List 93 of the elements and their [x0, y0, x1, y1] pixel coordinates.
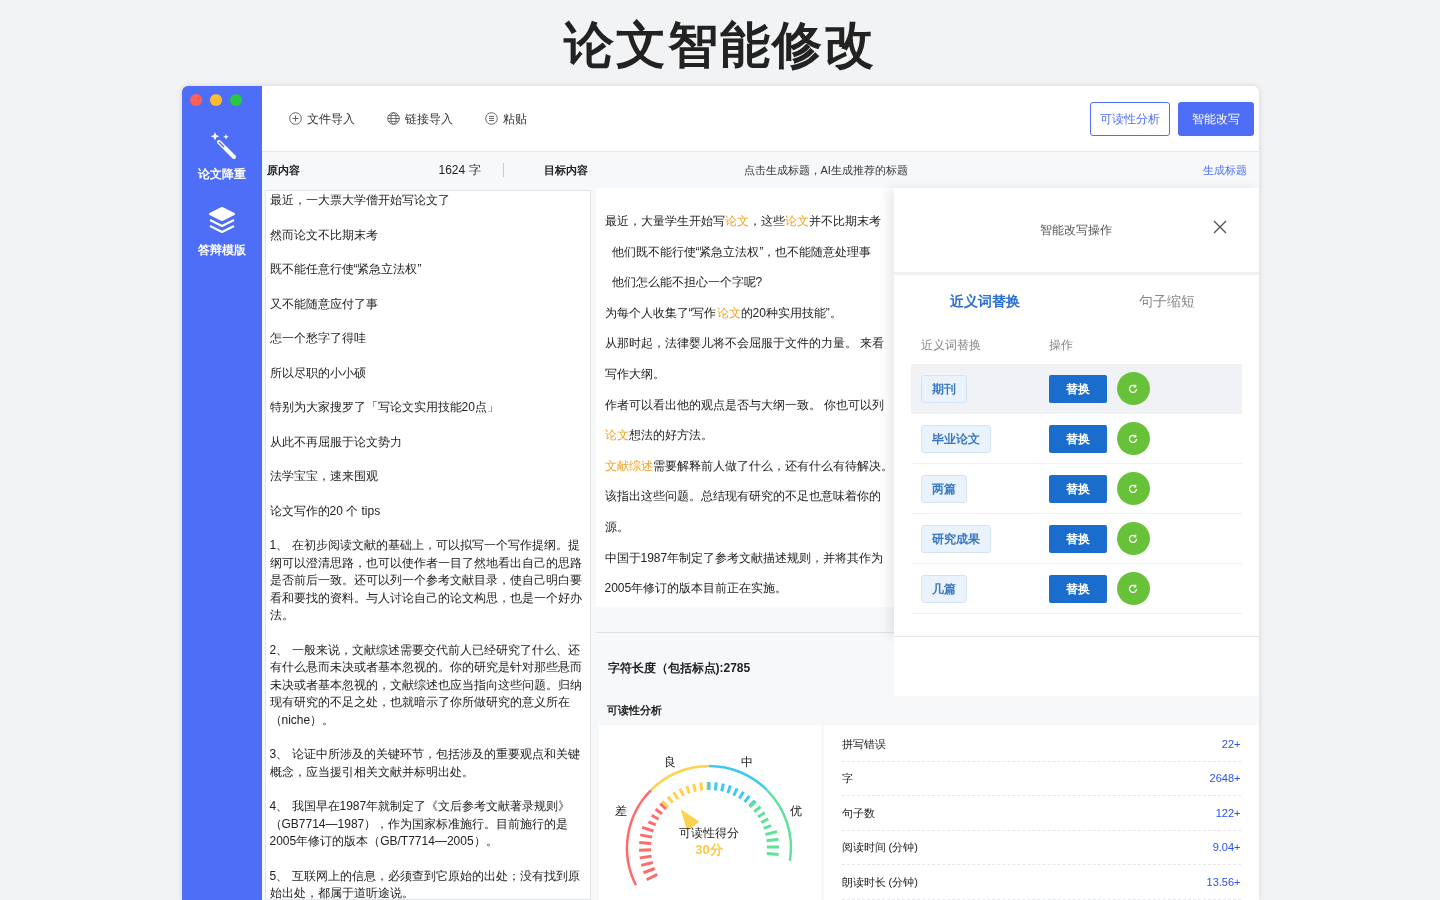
text-line: 文献综述需要解释前人做了什么，还有什么有待解决。 — [604, 457, 885, 475]
tab[interactable]: 句子缩短 — [1076, 279, 1259, 323]
refresh-icon — [1128, 533, 1138, 544]
paragraph: 最近，一大票大学僧开始写论文了 — [269, 192, 451, 209]
panel-title: 智能改写操作 — [1040, 222, 1112, 239]
paragraph: 4、 我国早在1987年就制定了《文后参考文献著录规则》（GB7714—1987），作为国家标准施行。目前施行的是2005年修订的版本（GB/T7714—2005）。 — [269, 798, 572, 850]
word-count: 1624 字 — [438, 162, 481, 179]
refresh-icon — [1128, 383, 1138, 394]
sidebar-item[interactable]: 论文降重 — [197, 130, 246, 180]
tab[interactable]: 近义词替换 — [893, 279, 1076, 323]
word-tag: 两篇 — [920, 474, 967, 503]
paragraph: 法学宝宝，速来围观 — [269, 468, 379, 485]
refresh-icon — [1128, 483, 1138, 494]
hint-text: 点击生成标题，AI生成推荐的标题 — [743, 162, 909, 178]
replace-button[interactable]: 替换 — [1048, 524, 1107, 553]
paragraph: 论文写作的20 个 tips — [269, 502, 382, 520]
toolbar-button[interactable]: 粘贴 — [484, 109, 527, 128]
stat-value: 122+ — [1215, 805, 1241, 821]
stat-value: 13.56+ — [1206, 874, 1241, 890]
score-value: 30分 — [694, 842, 723, 858]
refresh-icon — [1128, 583, 1138, 594]
refresh-button[interactable] — [1116, 472, 1150, 505]
word-tag: 期刊 — [920, 374, 967, 403]
column-header: 近义词替换 — [920, 337, 982, 354]
stat-label: 朗读时长 (分钟) — [841, 874, 918, 890]
rewrite-button[interactable]: 智能改写 — [1177, 101, 1254, 136]
replace-button[interactable]: 替换 — [1048, 374, 1107, 403]
zoom-window-button[interactable] — [229, 94, 242, 106]
character-length: 字符长度（包括标点):2785 — [607, 661, 751, 675]
gauge-label: 差 — [614, 804, 627, 819]
text-line: 最近，大量学生开始写论文，这些论文并不比期末考 — [604, 213, 882, 230]
column-title: 原内容 — [266, 162, 300, 178]
paste-icon — [484, 112, 498, 125]
score-caption: 可读性得分 — [678, 826, 739, 841]
refresh-button[interactable] — [1116, 422, 1150, 455]
paragraph: 5、 互联网上的信息，必须查到它原始的出处；没有找到原始出处，都属于道听途说。 — [269, 867, 581, 899]
word-tag: 几篇 — [920, 574, 967, 603]
section-title: 可读性分析 — [606, 703, 662, 719]
toolbar-button[interactable]: 链接导入 — [386, 109, 453, 128]
paragraph: 既不能任意行使“紧急立法权” — [269, 261, 423, 278]
text-line: 2005年修订的版本目前正在实施。 — [604, 580, 789, 598]
replace-button[interactable]: 替换 — [1048, 474, 1107, 503]
word-tag: 毕业论文 — [920, 424, 991, 453]
text-line: 写作大纲。 — [604, 365, 666, 383]
paragraph: 2、 一般来说，文献综述需要交代前人已经研究了什么、还有什么悬而未决或者基本忽视的。你的研究是针对那些悬而未决或者基本忽视的，文献综述也应当指向这些问题。归纳现有研究的不足之处，也就暗示了你所做研究的意义所在（niche）。 — [269, 641, 583, 729]
text-line: 源。 — [604, 518, 630, 536]
page-title: 论文智能修改 — [564, 20, 876, 70]
layers-icon — [207, 206, 236, 236]
paragraph: 3、 论证中所涉及的关键环节，包括涉及的重要观点和关键概念，应当援引相关文献并标明出处。 — [269, 746, 581, 781]
toolbar-button[interactable]: 文件导入 — [288, 109, 355, 128]
add-icon — [288, 112, 302, 125]
stat-label: 阅读时间 (分钟) — [841, 840, 918, 856]
paragraph: 所以尽职的小小硕 — [269, 364, 367, 382]
paragraph: 特别为大家搜罗了「写论文实用技能20点」 — [269, 399, 500, 416]
replace-button[interactable]: 替换 — [1048, 574, 1107, 603]
paragraph: 1、 在初步阅读文献的基础上，可以拟写一个写作提纲。提纲可以澄清思路，也可以使作者一目了然地看出自己的思路是否前后一致。还可以列一个参考文献目录，使自己明白要看和要找的资料。与人讨论自己的论文构思，也是一个好办法。 — [269, 537, 583, 624]
paragraph: 然而论文不比期末考 — [269, 226, 379, 244]
table-row[interactable]: 期刊 替换 — [910, 364, 1242, 414]
paragraph: 又不能随意应付了事 — [269, 295, 379, 313]
paragraph: 怎一个愁字了得哇 — [269, 330, 367, 347]
text-line: 他们既不能行使“紧急立法权”，也不能随意处理事 — [610, 243, 873, 261]
globe-icon — [386, 112, 400, 125]
stat-value: 2648+ — [1209, 771, 1241, 787]
refresh-icon — [1128, 433, 1138, 444]
gauge-label: 中 — [740, 755, 753, 770]
refresh-button[interactable] — [1116, 372, 1150, 405]
word-tag: 研究成果 — [920, 524, 991, 553]
gauge-label: 良 — [663, 755, 676, 770]
refresh-button[interactable] — [1116, 572, 1150, 605]
text-line: 为每个人收集了“写作论文的20种实用技能”。 — [604, 304, 843, 322]
text-line: 作者可以看出他的观点是否与大纲一致。 你也可以列 — [604, 396, 885, 414]
refresh-button[interactable] — [1116, 522, 1150, 555]
text-line: 他们怎么能不担心一个字呢? — [610, 274, 764, 292]
generate-title-link[interactable]: 生成标题 — [1202, 161, 1247, 179]
stat-value: 9.04+ — [1212, 840, 1241, 856]
replace-button[interactable]: 替换 — [1048, 424, 1107, 453]
text-line: 论文想法的好方法。 — [604, 427, 714, 445]
text-line: 从那时起，法律婴儿将不会屈服于文件的力量。 来看 — [604, 335, 885, 353]
stat-label: 句子数 — [841, 805, 875, 821]
gauge-label: 优 — [789, 804, 802, 819]
minimize-window-button[interactable] — [209, 94, 222, 106]
close-window-button[interactable] — [189, 94, 202, 106]
text-line: 中国于1987年制定了参考文献描述规则，并将其作为 — [604, 549, 885, 567]
readability-button[interactable]: 可读性分析 — [1089, 101, 1170, 136]
stat-label: 字 — [841, 771, 853, 787]
text-line: 该指出这些问题。总结现有研究的不足也意味着你的 — [604, 488, 882, 506]
column-header: 操作 — [1048, 337, 1073, 354]
close-icon[interactable] — [1212, 220, 1227, 234]
paragraph: 从此不再屈服于论文势力 — [269, 433, 403, 451]
sidebar-item[interactable]: 答辩模版 — [197, 206, 246, 256]
column-title: 目标内容 — [543, 162, 589, 178]
stat-value: 22+ — [1221, 736, 1241, 752]
stat-label: 拼写错误 — [841, 736, 886, 752]
